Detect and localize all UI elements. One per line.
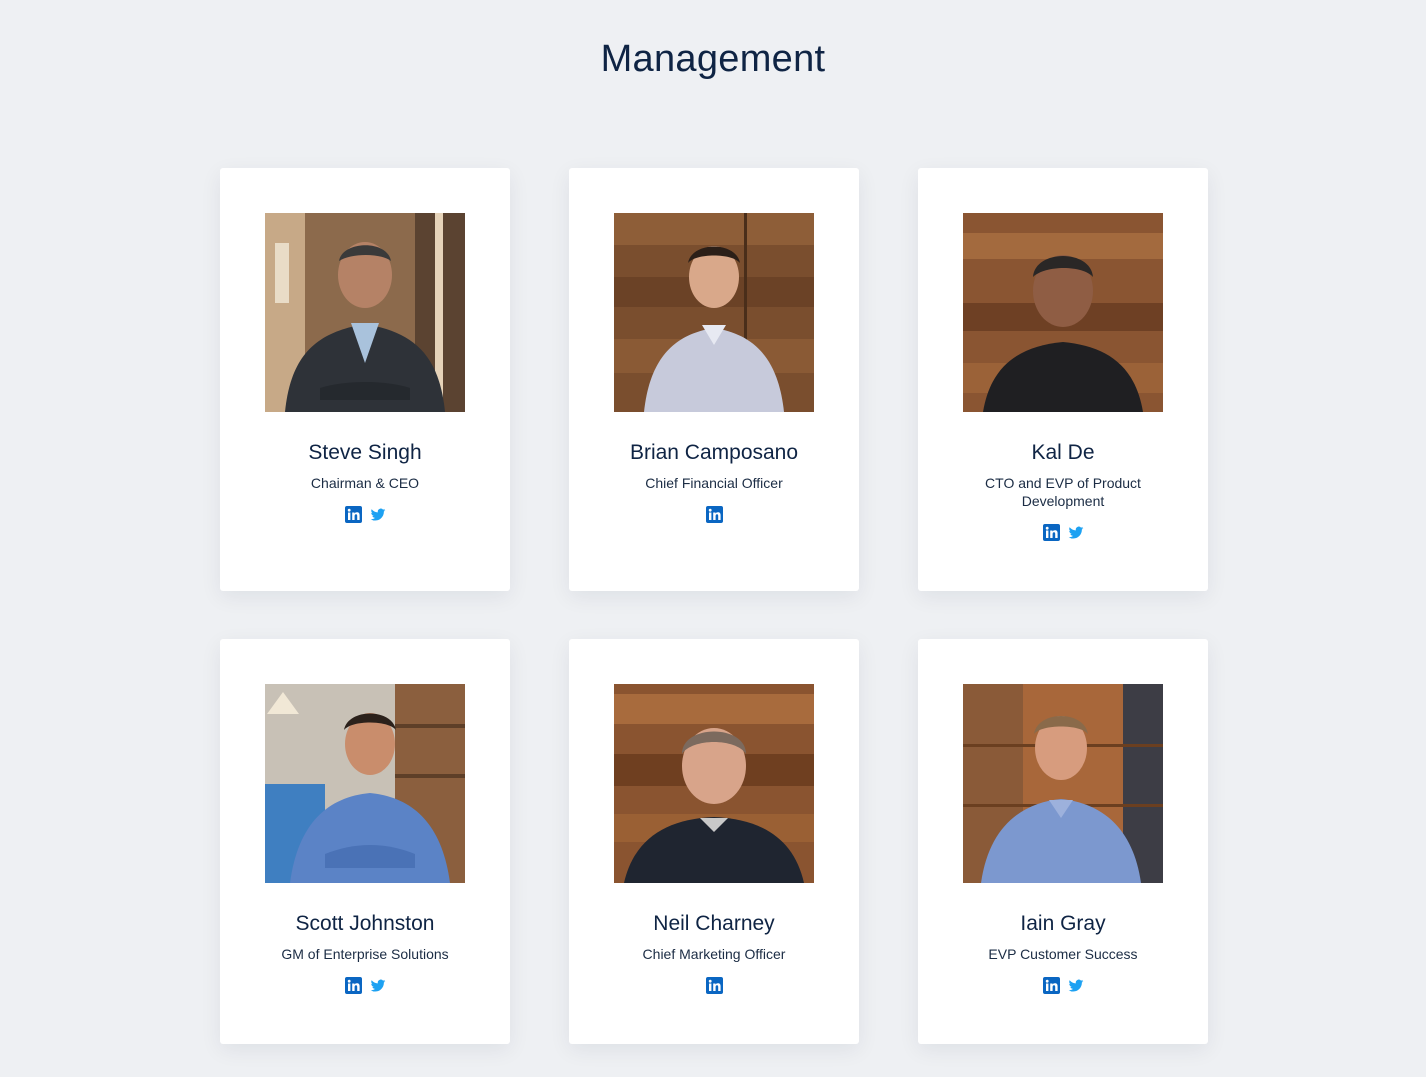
team-card-scott-johnston: Scott Johnston GM of Enterprise Solution… [220,639,510,1044]
team-card-kal-de: Kal De CTO and EVP of Product Developmen… [918,168,1208,591]
team-card-brian-camposano: Brian Camposano Chief Financial Officer [569,168,859,591]
linkedin-icon[interactable] [345,977,362,994]
profile-photo [614,213,814,412]
profile-photo [265,213,465,412]
person-name: Neil Charney [653,912,775,935]
twitter-icon[interactable] [1068,977,1084,994]
linkedin-icon[interactable] [1043,977,1060,994]
person-name: Iain Gray [1020,912,1106,935]
social-links [569,977,859,995]
profile-photo [614,684,814,883]
linkedin-icon[interactable] [345,506,362,523]
page-title: Management [600,38,826,80]
social-links [220,977,510,995]
twitter-icon[interactable] [370,977,386,994]
linkedin-icon[interactable] [706,977,723,994]
twitter-icon[interactable] [370,506,386,523]
person-name: Kal De [1031,441,1095,464]
person-title: EVP Customer Success [988,946,1138,962]
linkedin-icon[interactable] [1043,524,1060,541]
person-name: Steve Singh [308,441,422,464]
profile-photo [963,684,1163,883]
profile-photo [265,684,465,883]
person-title: GM of Enterprise Solutions [281,946,449,962]
social-links [918,977,1208,995]
team-card-steve-singh: Steve Singh Chairman & CEO [220,168,510,591]
person-title: Chairman & CEO [310,475,420,491]
person-name: Scott Johnston [295,912,435,935]
social-links [569,506,859,524]
profile-photo [963,213,1163,412]
person-title: CTO and EVP of Product Development [985,475,1141,509]
team-card-iain-gray: Iain Gray EVP Customer Success [918,639,1208,1044]
person-title: Chief Marketing Officer [642,946,786,962]
person-title: Chief Financial Officer [645,475,783,491]
management-page: Management Steve Singh Chairman & CEO Br… [0,0,1426,1077]
team-card-neil-charney: Neil Charney Chief Marketing Officer [569,639,859,1044]
linkedin-icon[interactable] [706,506,723,523]
person-name: Brian Camposano [629,441,799,464]
social-links [220,506,510,524]
social-links [918,524,1208,542]
twitter-icon[interactable] [1068,524,1084,541]
